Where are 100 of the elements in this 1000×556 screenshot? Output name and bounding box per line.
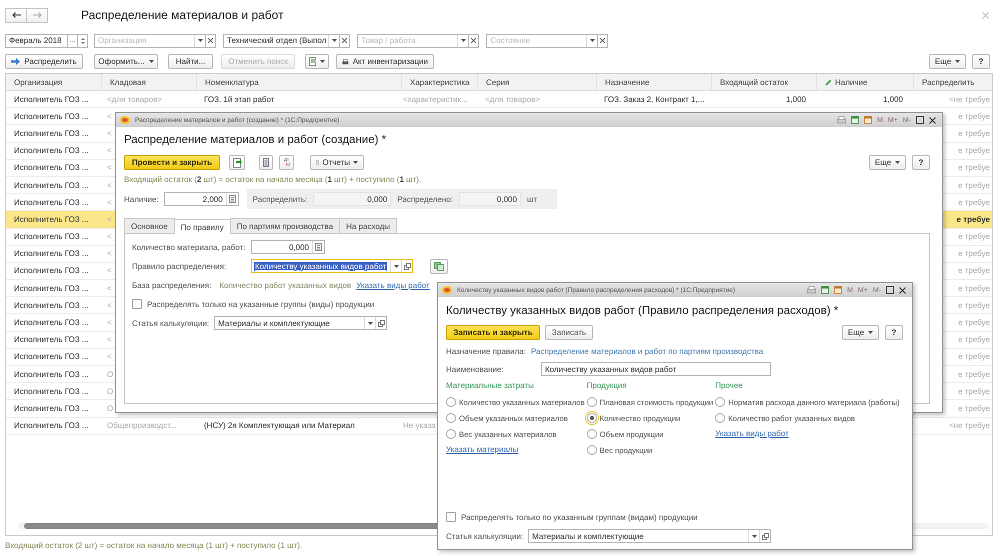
print-menu-button[interactable] — [305, 54, 329, 69]
radio-button[interactable] — [446, 397, 456, 407]
period-field[interactable]: Февраль 2018 — [5, 34, 68, 48]
dropdown-button[interactable] — [586, 34, 598, 46]
save-button[interactable]: Записать — [545, 325, 593, 340]
radio-button[interactable] — [446, 413, 456, 423]
calculator-button[interactable] — [312, 241, 324, 253]
tab[interactable]: На расходы — [339, 218, 398, 233]
save-and-close-button[interactable]: Записать и закрыть — [446, 325, 540, 340]
checkbox-label: Распределять только по указанным группам (видам) продукции — [461, 512, 698, 522]
radio-button[interactable] — [715, 413, 726, 423]
calculator-button[interactable] — [226, 193, 238, 205]
tab[interactable]: По партиям производства — [230, 218, 340, 233]
fill-button[interactable] — [430, 258, 448, 274]
specify-work-types-link[interactable]: Указать виды работ — [356, 280, 430, 290]
column-header[interactable]: Серия — [477, 74, 596, 90]
clear-button[interactable] — [598, 34, 608, 48]
radio-button[interactable] — [446, 429, 456, 439]
caret-icon — [895, 161, 900, 164]
maximize-icon[interactable] — [916, 116, 924, 124]
format-button[interactable]: Оформить... — [94, 54, 158, 69]
open-button[interactable] — [401, 260, 412, 272]
table-cell: (НСУ) 2я Комплектующая или Материал — [204, 421, 355, 430]
table-cell: е требуе — [956, 214, 990, 224]
document-icon-button[interactable] — [229, 155, 245, 170]
table-icon[interactable] — [821, 286, 830, 294]
more-button[interactable]: Еще — [869, 155, 906, 170]
radio-button[interactable] — [586, 397, 597, 407]
distribute-button[interactable]: Распределить — [5, 54, 83, 69]
checkbox[interactable] — [446, 512, 456, 522]
table-cell: < — [107, 198, 112, 207]
rule-field[interactable]: Количеству указанных видов работ — [251, 259, 413, 273]
column-header[interactable]: Характеристика — [401, 74, 477, 90]
spin-button[interactable] — [78, 34, 88, 48]
inventory-act-button[interactable]: Акт инвентаризации — [336, 54, 434, 69]
table-cell: Исполнитель ГОЗ ... — [14, 214, 89, 224]
help-button[interactable]: ? — [972, 54, 990, 69]
clear-button[interactable] — [340, 34, 350, 48]
table-cell: Исполнитель ГОЗ ... — [14, 352, 89, 362]
cost-item-field[interactable]: Материалы и комплектующие — [528, 529, 772, 543]
table-cell: <для товаров> — [485, 94, 540, 104]
name-field[interactable]: Количеству указанных видов работ — [541, 362, 771, 376]
balance-note: Входящий остаток (2 шт) = остаток на начало месяца (1 шт) + поступило (1 шт). — [124, 175, 422, 184]
list-icon-button[interactable] — [259, 155, 273, 170]
close-icon[interactable] — [929, 116, 936, 124]
specify-link[interactable]: Указать виды работ — [715, 429, 789, 438]
table-cell: е требуе — [958, 112, 990, 121]
table-cell: < — [107, 266, 112, 276]
purpose-link[interactable]: Распределение материалов и работ по партиям производства — [530, 346, 764, 356]
clear-button[interactable] — [469, 34, 480, 48]
column-header[interactable]: Номенклатура — [196, 74, 401, 90]
dropdown-button[interactable] — [194, 34, 205, 46]
post-and-close-button[interactable]: Провести и закрыть — [124, 155, 220, 170]
column-header[interactable]: Наличие — [816, 74, 913, 90]
printer-icon[interactable] — [807, 286, 816, 294]
arrow-icon — [11, 58, 20, 65]
more-button[interactable]: Еще — [842, 325, 879, 340]
table-cell: < — [107, 112, 112, 121]
maximize-icon[interactable] — [886, 286, 894, 294]
table-icon[interactable] — [851, 116, 860, 124]
caret-icon — [320, 60, 325, 63]
tab[interactable]: По правилу — [174, 219, 231, 234]
open-icon — [404, 262, 410, 270]
column-header[interactable]: Входящий остаток — [711, 74, 816, 90]
help-button[interactable]: ? — [885, 325, 903, 340]
filter-field[interactable]: Технический отдел (Выпол — [223, 34, 340, 48]
dropdown-button[interactable] — [364, 317, 376, 329]
column-header[interactable]: Назначение — [596, 74, 711, 90]
printer-icon[interactable] — [837, 116, 846, 124]
column-header[interactable]: Кладовая — [101, 74, 196, 90]
radio-button[interactable] — [586, 445, 597, 455]
open-button[interactable] — [759, 530, 770, 542]
column-header[interactable]: Организация — [6, 74, 101, 90]
radio-button[interactable] — [586, 429, 597, 439]
table-cell: Исполнитель ГОЗ ... — [14, 370, 89, 379]
help-button[interactable]: ? — [912, 155, 930, 170]
available-field[interactable]: 2,000 — [164, 192, 239, 206]
back-button[interactable] — [5, 8, 27, 22]
specify-link[interactable]: Указать материалы — [446, 445, 518, 454]
close-icon[interactable] — [899, 286, 906, 294]
find-button[interactable]: Найти... — [168, 54, 213, 69]
more-button[interactable]: Еще — [929, 54, 966, 69]
dropdown-button[interactable] — [748, 530, 760, 542]
reports-button[interactable]: Отчеты — [310, 155, 364, 170]
open-button[interactable] — [375, 317, 386, 329]
checkbox[interactable] — [132, 299, 142, 309]
clear-button[interactable] — [206, 34, 216, 48]
column-header[interactable]: Распределить — [913, 74, 992, 90]
calendar-icon[interactable] — [864, 116, 872, 124]
radio-button[interactable] — [715, 397, 726, 407]
cost-item-field[interactable]: Материалы и комплектующие — [214, 316, 388, 330]
quantity-field[interactable]: 0,000 — [251, 240, 325, 254]
dropdown-button[interactable] — [328, 34, 340, 46]
calendar-icon[interactable] — [834, 286, 842, 294]
field-label: Правило распределения: — [132, 262, 228, 270]
tab[interactable]: Основное — [124, 218, 175, 233]
dropdown-button[interactable] — [390, 260, 401, 272]
dropdown-button[interactable] — [457, 34, 468, 46]
radio-button[interactable] — [586, 413, 597, 423]
table-cell: ГОЗ. Заказ 2, Контракт 1,... — [604, 94, 704, 104]
